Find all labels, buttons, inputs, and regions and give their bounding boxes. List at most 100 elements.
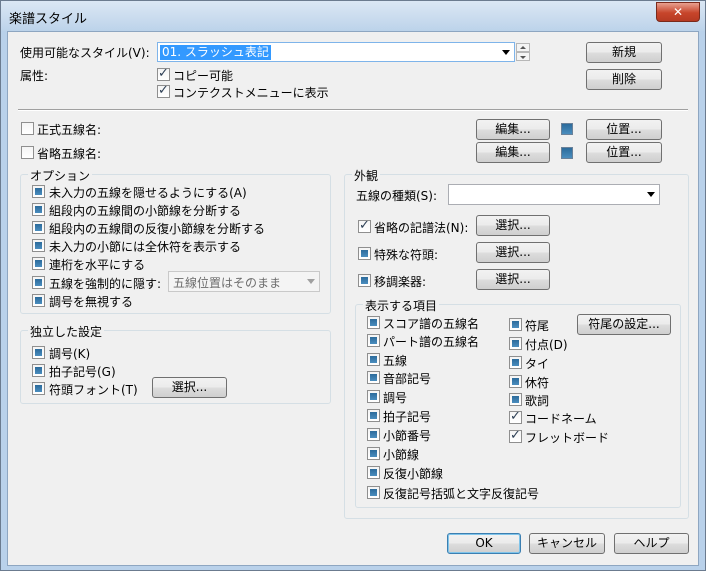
- display-right-label-1: 付点(D): [525, 338, 568, 352]
- display-left-checkbox-0[interactable]: [367, 316, 380, 329]
- ok-button[interactable]: OK: [447, 533, 521, 554]
- hide-staff-combo-value: 五線位置はそのまま: [173, 276, 282, 290]
- dialog-client-area: 使用可能なスタイル(V): 01. スラッシュ表記 新規 削除 属性: コピー可…: [7, 31, 699, 566]
- abbreviation-checkbox[interactable]: [358, 218, 371, 233]
- display-left-label-2: 五線: [383, 354, 408, 368]
- full-staff-name-label: 正式五線名:: [37, 123, 102, 137]
- abbr-name-position-button[interactable]: 位置...: [586, 142, 662, 163]
- option-label-0: 未入力の五線を隠せるようにする(A): [49, 186, 247, 200]
- display-left-checkbox-7[interactable]: [367, 447, 380, 460]
- display-left-checkbox-6[interactable]: [367, 428, 380, 441]
- transpose-label: 移調楽器:: [374, 275, 427, 289]
- independent-time-label: 拍子記号(G): [49, 365, 116, 379]
- option-checkbox-2[interactable]: [32, 221, 45, 234]
- full-staff-name-checkbox[interactable]: [21, 122, 34, 135]
- display-left-label-4: 調号: [383, 391, 408, 405]
- full-name-edit-button[interactable]: 編集...: [476, 119, 550, 140]
- chevron-down-icon: [502, 50, 510, 55]
- window-title: 楽譜スタイル: [9, 12, 88, 27]
- attributes-label: 属性:: [20, 69, 49, 83]
- context-menu-checkbox[interactable]: [157, 83, 170, 98]
- display-right-label-2: タイ: [525, 357, 550, 371]
- independent-key-checkbox[interactable]: [32, 346, 45, 359]
- display-left-checkbox-8[interactable]: [367, 466, 380, 479]
- display-left-checkbox-1[interactable]: [367, 334, 380, 347]
- display-left-label-9: 反復記号括弧と文字反復記号: [383, 487, 540, 501]
- staff-type-combo[interactable]: [448, 184, 660, 205]
- chevron-down-icon: [647, 192, 655, 197]
- staff-type-label: 五線の種類(S):: [356, 189, 438, 203]
- abbr-name-edit-button[interactable]: 編集...: [476, 142, 550, 163]
- display-left-label-7: 小節線: [383, 448, 420, 462]
- display-left-label-6: 小節番号: [383, 429, 432, 443]
- spin-up-icon[interactable]: [516, 43, 530, 52]
- display-left-label-5: 拍子記号: [383, 410, 432, 424]
- special-notehead-checkbox[interactable]: [358, 247, 371, 260]
- display-right-checkbox-4[interactable]: [509, 393, 522, 406]
- option-label-5: 五線を強制的に隠す:: [49, 277, 162, 291]
- full-name-position-button[interactable]: 位置...: [586, 119, 662, 140]
- display-right-checkbox-1[interactable]: [509, 337, 522, 350]
- display-right-checkbox-2[interactable]: [509, 356, 522, 369]
- display-right-checkbox-0[interactable]: [509, 318, 522, 331]
- abbr-staff-name-label: 省略五線名:: [37, 147, 102, 161]
- option-checkbox-4[interactable]: [32, 257, 45, 270]
- option-checkbox-0[interactable]: [32, 185, 45, 198]
- spin-down-icon[interactable]: [516, 52, 530, 61]
- full-name-position-checkbox[interactable]: [561, 123, 573, 135]
- option-checkbox-5[interactable]: [32, 276, 45, 289]
- copyable-checkbox[interactable]: [157, 66, 170, 81]
- display-left-checkbox-3[interactable]: [367, 371, 380, 384]
- display-right-label-3: 休符: [525, 376, 550, 390]
- help-button[interactable]: ヘルプ: [614, 533, 689, 554]
- display-right-label-6: フレットボード: [525, 431, 610, 445]
- display-right-checkbox-5[interactable]: [509, 409, 522, 424]
- title-bar[interactable]: 楽譜スタイル ✕: [1, 1, 705, 31]
- style-combo-value: 01. スラッシュ表記: [160, 45, 271, 60]
- context-menu-label: コンテクストメニューに表示: [173, 86, 329, 100]
- abbr-staff-name-checkbox[interactable]: [21, 146, 34, 159]
- independent-group-title: 独立した設定: [28, 323, 105, 340]
- new-button[interactable]: 新規: [586, 42, 662, 63]
- option-checkbox-1[interactable]: [32, 203, 45, 216]
- transpose-checkbox[interactable]: [358, 274, 371, 287]
- transpose-select-button[interactable]: 選択...: [476, 269, 550, 290]
- display-right-label-5: コードネーム: [525, 412, 597, 426]
- display-left-checkbox-4[interactable]: [367, 390, 380, 403]
- chevron-down-icon: [307, 279, 315, 284]
- display-left-checkbox-5[interactable]: [367, 409, 380, 422]
- independent-key-label: 調号(K): [49, 347, 91, 361]
- special-notehead-label: 特殊な符頭:: [374, 248, 439, 262]
- cancel-button[interactable]: キャンセル: [529, 533, 605, 554]
- style-combo[interactable]: 01. スラッシュ表記: [157, 42, 515, 62]
- independent-notehead-checkbox[interactable]: [32, 382, 45, 395]
- independent-notehead-label: 符頭フォント(T): [49, 383, 138, 397]
- separator: [18, 109, 688, 111]
- style-spinner[interactable]: [516, 43, 530, 62]
- close-button[interactable]: ✕: [656, 2, 700, 22]
- independent-time-checkbox[interactable]: [32, 364, 45, 377]
- style-label: 使用可能なスタイル(V):: [20, 46, 150, 60]
- notehead-select-button[interactable]: 選択...: [152, 377, 227, 398]
- abbreviation-select-button[interactable]: 選択...: [476, 215, 550, 236]
- special-notehead-select-button[interactable]: 選択...: [476, 242, 550, 263]
- appearance-group-title: 外観: [352, 167, 381, 184]
- display-left-label-1: パート譜の五線名: [383, 335, 480, 349]
- option-label-2: 組段内の五線間の反復小節線を分断する: [49, 222, 266, 236]
- display-items-group-title: 表示する項目: [363, 297, 440, 314]
- option-checkbox-6[interactable]: [32, 294, 45, 307]
- display-left-label-8: 反復小節線: [383, 467, 444, 481]
- copyable-label: コピー可能: [173, 69, 234, 83]
- display-left-checkbox-9[interactable]: [367, 486, 380, 499]
- display-left-checkbox-2[interactable]: [367, 353, 380, 366]
- delete-button[interactable]: 削除: [586, 69, 662, 90]
- option-checkbox-3[interactable]: [32, 239, 45, 252]
- abbreviation-label: 省略の記譜法(N):: [374, 221, 469, 235]
- display-right-checkbox-6[interactable]: [509, 428, 522, 443]
- abbr-name-position-checkbox[interactable]: [561, 147, 573, 159]
- display-right-checkbox-3[interactable]: [509, 375, 522, 388]
- option-label-1: 組段内の五線間の小節線を分断する: [49, 204, 242, 218]
- stem-settings-button[interactable]: 符尾の設定...: [577, 314, 671, 335]
- hide-staff-combo[interactable]: 五線位置はそのまま: [168, 271, 320, 292]
- display-left-label-3: 音部記号: [383, 372, 432, 386]
